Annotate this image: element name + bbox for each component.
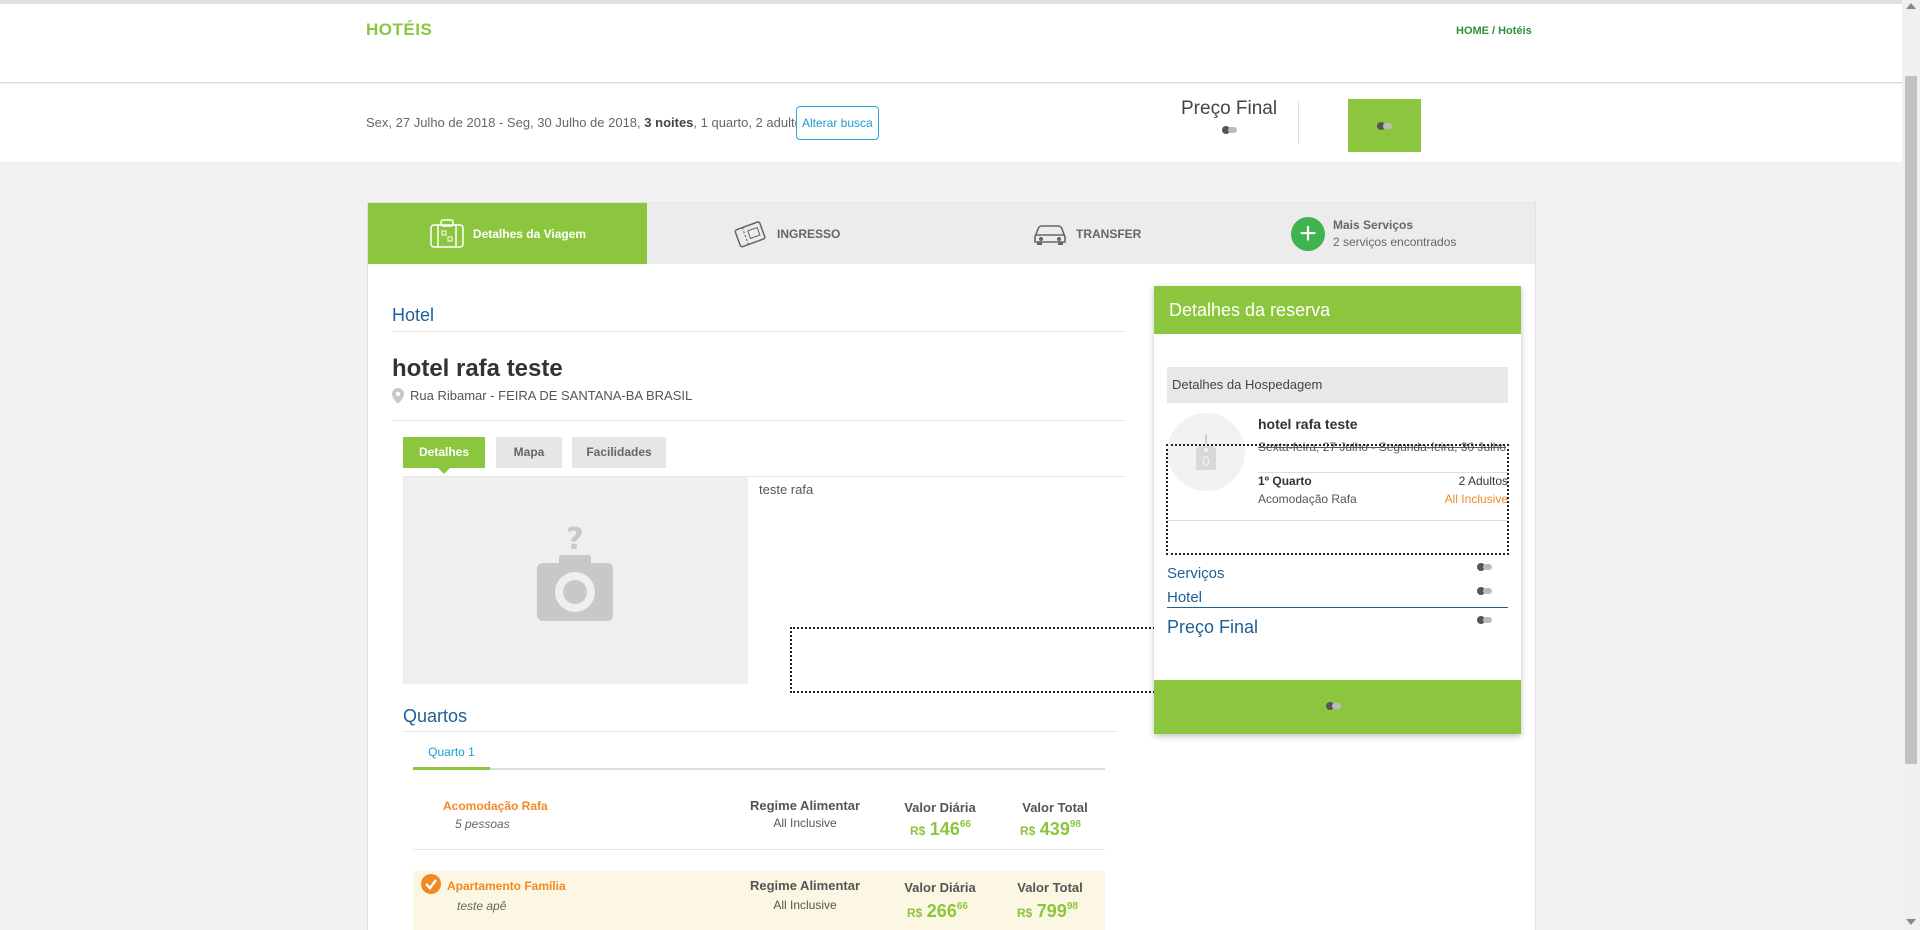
loading-toggle-icon bbox=[1477, 616, 1492, 624]
currency-label: R$ bbox=[1017, 906, 1033, 920]
diaria-price: R$ 26666 bbox=[907, 901, 968, 922]
tab-label: TRANSFER bbox=[1076, 226, 1142, 241]
regime-value: All Inclusive bbox=[773, 816, 837, 830]
price-integer: 146 bbox=[929, 819, 960, 839]
scrollbar-thumb[interactable] bbox=[1905, 76, 1917, 764]
room-capacity: teste apê bbox=[457, 899, 507, 913]
divider bbox=[413, 768, 1105, 770]
alterar-busca-button[interactable]: Alterar busca bbox=[796, 106, 879, 140]
room-capacity: 5 pessoas bbox=[455, 817, 510, 831]
search-summary: Sex, 27 Julho de 2018 - Seg, 30 Julho de… bbox=[366, 115, 808, 130]
check-circle-icon bbox=[421, 874, 441, 894]
price-integer: 799 bbox=[1036, 901, 1067, 921]
search-rest: , 1 quarto, 2 adultos bbox=[693, 115, 809, 130]
divider bbox=[392, 331, 1125, 332]
total-price: R$ 79998 bbox=[1017, 901, 1078, 922]
breadcrumb-home-link[interactable]: HOME bbox=[1456, 25, 1489, 37]
room-row[interactable]: Acomodação Rafa 5 pessoas Regime Aliment… bbox=[413, 787, 1105, 849]
svg-text:?: ? bbox=[566, 525, 583, 557]
reservation-hotel-name: hotel rafa teste bbox=[1258, 416, 1358, 432]
divider bbox=[413, 849, 1105, 850]
reservation-panel-title: Detalhes da reserva bbox=[1154, 286, 1521, 334]
camera-placeholder-icon: ? bbox=[537, 525, 613, 621]
selection-overlay bbox=[1166, 444, 1509, 555]
divider bbox=[403, 731, 1116, 732]
price-decimal: 98 bbox=[1069, 819, 1081, 830]
room-row-selected[interactable]: Apartamento Família teste apê Regime Ali… bbox=[413, 871, 1105, 930]
car-icon bbox=[1034, 224, 1066, 245]
page-title: HOTÉIS bbox=[366, 20, 433, 39]
subtab-mapa[interactable]: Mapa bbox=[496, 437, 562, 468]
price-decimal: 66 bbox=[956, 901, 968, 912]
hotel-description: teste rafa bbox=[759, 482, 814, 497]
regime-value: All Inclusive bbox=[773, 898, 837, 912]
page-header bbox=[0, 0, 1902, 83]
tab-label: Mais Serviços bbox=[1333, 218, 1414, 232]
divider bbox=[392, 420, 1125, 421]
total-header: Valor Total bbox=[1017, 880, 1083, 895]
hotel-label: Hotel bbox=[1167, 589, 1203, 606]
price-decimal: 98 bbox=[1066, 901, 1078, 912]
hotel-address: Rua Ribamar - FEIRA DE SANTANA-BA BRASIL bbox=[410, 388, 693, 403]
hospedagem-header: Detalhes da Hospedagem bbox=[1167, 367, 1508, 403]
ticket-icon bbox=[734, 220, 766, 247]
loading-toggle-icon bbox=[1222, 126, 1237, 134]
tab-detalhes-viagem[interactable]: Detalhes da Viagem bbox=[368, 203, 647, 264]
breadcrumb-current: Hotéis bbox=[1498, 25, 1532, 37]
map-pin-icon bbox=[392, 388, 404, 404]
loading-toggle-icon bbox=[1326, 702, 1341, 710]
servicos-label: Serviços bbox=[1167, 565, 1225, 582]
price-integer: 439 bbox=[1039, 819, 1070, 839]
divider bbox=[1167, 607, 1508, 608]
subtab-facilidades[interactable]: Facilidades bbox=[572, 437, 666, 468]
breadcrumb: HOME / Hotéis bbox=[1456, 25, 1532, 37]
tab-sub-label: 2 serviços encontrados bbox=[1333, 235, 1457, 249]
search-nights: 3 noites bbox=[644, 115, 694, 130]
subtab-detalhes[interactable]: Detalhes bbox=[403, 437, 485, 474]
loading-toggle-icon bbox=[1477, 563, 1492, 571]
service-tabs: Detalhes da Viagem INGRESSO TRANSFER + M… bbox=[368, 203, 1535, 264]
tab-label: Detalhes da Viagem bbox=[472, 226, 587, 241]
currency-label: R$ bbox=[907, 906, 923, 920]
currency-label: R$ bbox=[910, 824, 926, 838]
hotel-section-heading: Hotel bbox=[392, 305, 435, 325]
quartos-heading: Quartos bbox=[403, 706, 468, 726]
luggage-icon bbox=[430, 218, 464, 248]
diaria-price: R$ 14666 bbox=[910, 819, 971, 840]
search-summary-bar bbox=[0, 84, 1902, 162]
tab-mais-servicos[interactable]: + Mais Serviços 2 serviços encontrados bbox=[1291, 203, 1456, 264]
preco-final-label: Preço Final bbox=[1167, 617, 1259, 637]
tab-quarto-1[interactable]: Quarto 1 bbox=[413, 737, 490, 770]
search-dates: Sex, 27 Julho de 2018 - Seg, 30 Julho de… bbox=[366, 115, 641, 130]
price-integer: 266 bbox=[926, 901, 957, 921]
tab-ingresso[interactable]: INGRESSO bbox=[733, 203, 840, 264]
regime-header: Regime Alimentar bbox=[749, 798, 861, 813]
room-name[interactable]: Apartamento Família bbox=[447, 879, 566, 893]
scroll-up-arrow-icon[interactable] bbox=[1906, 3, 1916, 9]
loading-toggle-icon bbox=[1377, 122, 1392, 130]
price-decimal: 66 bbox=[959, 819, 971, 830]
loading-toggle-icon bbox=[1477, 587, 1492, 595]
plus-icon: + bbox=[1291, 216, 1325, 251]
divider bbox=[1298, 102, 1299, 144]
regime-header: Regime Alimentar bbox=[749, 878, 861, 893]
room-name[interactable]: Acomodação Rafa bbox=[443, 799, 548, 813]
total-price: R$ 43998 bbox=[1020, 819, 1081, 840]
diaria-header: Valor Diária bbox=[904, 880, 976, 895]
breadcrumb-separator: / bbox=[1492, 25, 1496, 37]
tab-transfer[interactable]: TRANSFER bbox=[1032, 203, 1141, 264]
tab-label: INGRESSO bbox=[777, 226, 841, 241]
hotel-name: hotel rafa teste bbox=[392, 355, 563, 382]
diaria-header: Valor Diária bbox=[904, 800, 976, 815]
currency-label: R$ bbox=[1020, 824, 1036, 838]
scroll-down-arrow-icon[interactable] bbox=[1906, 919, 1916, 925]
preco-final-label: Preço Final bbox=[1181, 98, 1278, 119]
total-header: Valor Total bbox=[1022, 800, 1088, 815]
